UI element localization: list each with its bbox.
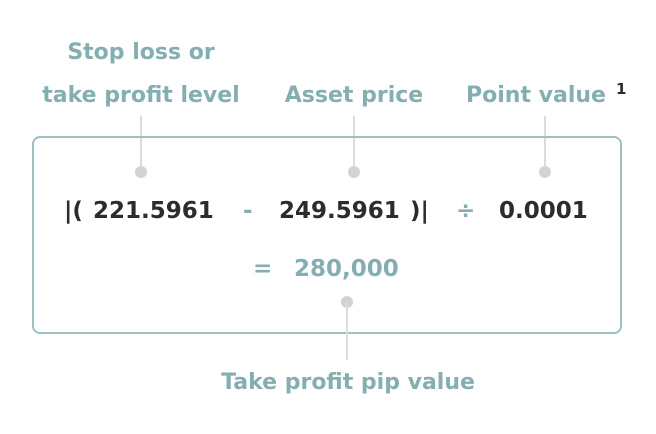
formula-box (32, 136, 622, 334)
stop-loss-label-line1: Stop loss or (67, 40, 215, 65)
take-profit-pip-value-label: Take profit pip value (221, 370, 475, 395)
result-value: 280,000 (294, 256, 399, 282)
point-value-label: Point value (466, 83, 606, 108)
minus-operator: - (243, 198, 253, 224)
connector-result (346, 302, 348, 360)
abs-open-paren: |( (64, 198, 83, 224)
stop-loss-label-line2: take profit level (42, 83, 240, 108)
asset-price-label: Asset price (284, 83, 424, 108)
asset-price-value: 249.5961 (279, 198, 400, 224)
equals-operator: = (253, 256, 273, 282)
stop-loss-label: Stop loss or take profit level (30, 31, 252, 117)
divide-operator: ÷ (456, 198, 476, 224)
abs-close-paren: )| (410, 198, 429, 224)
level-value: 221.5961 (93, 198, 214, 224)
footnote-marker: 1 (616, 80, 627, 98)
point-value: 0.0001 (499, 198, 588, 224)
